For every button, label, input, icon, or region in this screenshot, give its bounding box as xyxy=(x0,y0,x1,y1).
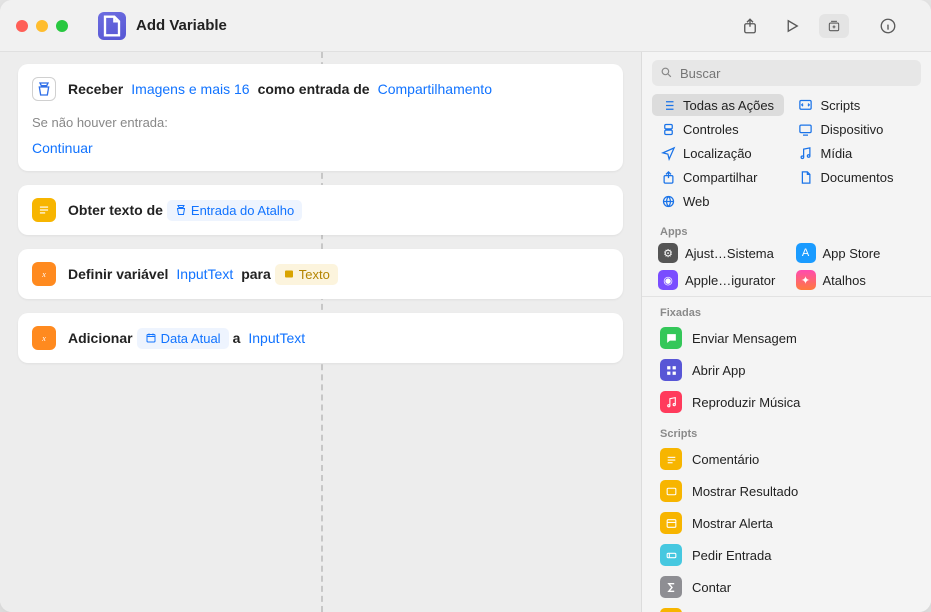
action-choose-menu[interactable]: Escolher do Menu xyxy=(642,603,931,612)
action-play-music[interactable]: Reproduzir Música xyxy=(642,386,931,418)
web-icon xyxy=(660,193,676,209)
text-icon xyxy=(32,198,56,222)
action-ask-input[interactable]: Pedir Entrada xyxy=(642,539,931,571)
comment-icon xyxy=(660,448,682,470)
app-system-settings[interactable]: ⚙ Ajust…Sistema xyxy=(652,241,784,265)
shortcuts-icon: ✦ xyxy=(796,270,816,290)
window-controls xyxy=(16,20,68,32)
setvar-mid: para xyxy=(241,266,271,282)
action-open-app[interactable]: Abrir App xyxy=(642,354,931,386)
menu-icon xyxy=(660,608,682,612)
addvar-verb: Adicionar xyxy=(68,330,133,346)
category-share[interactable]: Compartilhar xyxy=(652,166,784,188)
music-icon xyxy=(660,391,682,413)
scripts-section-header: Scripts xyxy=(642,418,931,443)
category-documents[interactable]: Documentos xyxy=(790,166,922,188)
setvar-name-token[interactable]: InputText xyxy=(172,264,237,284)
scripts-icon xyxy=(798,97,814,113)
category-all-actions[interactable]: Todas as Ações xyxy=(652,94,784,116)
app-apple-configurator[interactable]: ◉ Apple…igurator xyxy=(652,268,784,292)
add-to-variable-action[interactable]: x Adicionar Data Atual a InputText xyxy=(18,313,623,363)
receive-verb: Receber xyxy=(68,81,123,97)
svg-text:x: x xyxy=(41,334,46,343)
category-web[interactable]: Web xyxy=(652,190,784,212)
receive-mid: como entrada de xyxy=(258,81,370,97)
result-icon xyxy=(660,480,682,502)
action-comment[interactable]: Comentário xyxy=(642,443,931,475)
set-variable-action[interactable]: x Definir variável InputText para Texto xyxy=(18,249,623,299)
document-icon xyxy=(798,169,814,185)
category-scripts[interactable]: Scripts xyxy=(790,94,922,116)
receive-source-token[interactable]: Compartilhamento xyxy=(374,79,496,99)
pinned-section-header: Fixadas xyxy=(642,297,931,322)
appstore-icon: A xyxy=(796,243,816,263)
device-icon xyxy=(798,121,814,137)
grid-icon xyxy=(660,359,682,381)
apps-grid: ⚙ Ajust…Sistema A App Store ◉ Apple…igur… xyxy=(642,241,931,296)
apps-section-header: Apps xyxy=(642,220,931,241)
get-text-action[interactable]: Obter texto de Entrada do Atalho xyxy=(18,185,623,235)
share-button[interactable] xyxy=(735,14,765,38)
gear-icon: ⚙ xyxy=(658,243,678,263)
library-button[interactable] xyxy=(819,14,849,38)
addvar-value-token[interactable]: Data Atual xyxy=(137,328,229,349)
category-controls[interactable]: Controles xyxy=(652,118,784,140)
noinput-action-token[interactable]: Continuar xyxy=(32,138,97,158)
noinput-label: Se não houver entrada: xyxy=(32,115,609,130)
addvar-name-token[interactable]: InputText xyxy=(244,328,309,348)
setvar-verb: Definir variável xyxy=(68,266,168,282)
info-button[interactable] xyxy=(873,14,903,38)
setvar-value-token[interactable]: Texto xyxy=(275,264,338,285)
list-icon xyxy=(660,97,676,113)
app-shortcuts[interactable]: ✦ Atalhos xyxy=(790,268,922,292)
shortcut-editor[interactable]: Receber Imagens e mais 16 como entrada d… xyxy=(0,52,641,612)
action-show-result[interactable]: Mostrar Resultado xyxy=(642,475,931,507)
app-app-store[interactable]: A App Store xyxy=(790,241,922,265)
receive-icon xyxy=(32,77,56,101)
search-icon xyxy=(660,66,673,84)
search-input[interactable] xyxy=(652,60,921,86)
sigma-icon xyxy=(660,576,682,598)
action-show-alert[interactable]: Mostrar Alerta xyxy=(642,507,931,539)
variable-icon: x xyxy=(32,326,56,350)
category-device[interactable]: Dispositivo xyxy=(790,118,922,140)
variable-icon: x xyxy=(32,262,56,286)
category-media[interactable]: Mídia xyxy=(790,142,922,164)
titlebar: Add Variable xyxy=(0,0,931,52)
configurator-icon: ◉ xyxy=(658,270,678,290)
minimize-window-button[interactable] xyxy=(36,20,48,32)
actions-sidebar: Todas as Ações Scripts Controles Disposi… xyxy=(641,52,931,612)
message-icon xyxy=(660,327,682,349)
alert-icon xyxy=(660,512,682,534)
actions-list[interactable]: Fixadas Enviar Mensagem Abrir App xyxy=(642,296,931,612)
zoom-window-button[interactable] xyxy=(56,20,68,32)
shortcut-icon xyxy=(98,12,126,40)
addvar-mid: a xyxy=(233,330,241,346)
action-send-message[interactable]: Enviar Mensagem xyxy=(642,322,931,354)
location-icon xyxy=(660,145,676,161)
close-window-button[interactable] xyxy=(16,20,28,32)
category-grid: Todas as Ações Scripts Controles Disposi… xyxy=(642,92,931,220)
receive-types-token[interactable]: Imagens e mais 16 xyxy=(127,79,253,99)
controls-icon xyxy=(660,121,676,137)
action-count[interactable]: Contar xyxy=(642,571,931,603)
window-title: Add Variable xyxy=(136,17,227,34)
input-icon xyxy=(660,544,682,566)
category-location[interactable]: Localização xyxy=(652,142,784,164)
run-button[interactable] xyxy=(777,14,807,38)
gettext-verb: Obter texto de xyxy=(68,202,163,218)
receive-input-action[interactable]: Receber Imagens e mais 16 como entrada d… xyxy=(18,64,623,171)
share-icon xyxy=(660,169,676,185)
gettext-from-token[interactable]: Entrada do Atalho xyxy=(167,200,302,221)
svg-text:x: x xyxy=(41,270,46,279)
app-window: Add Variable Rece xyxy=(0,0,931,612)
media-icon xyxy=(798,145,814,161)
